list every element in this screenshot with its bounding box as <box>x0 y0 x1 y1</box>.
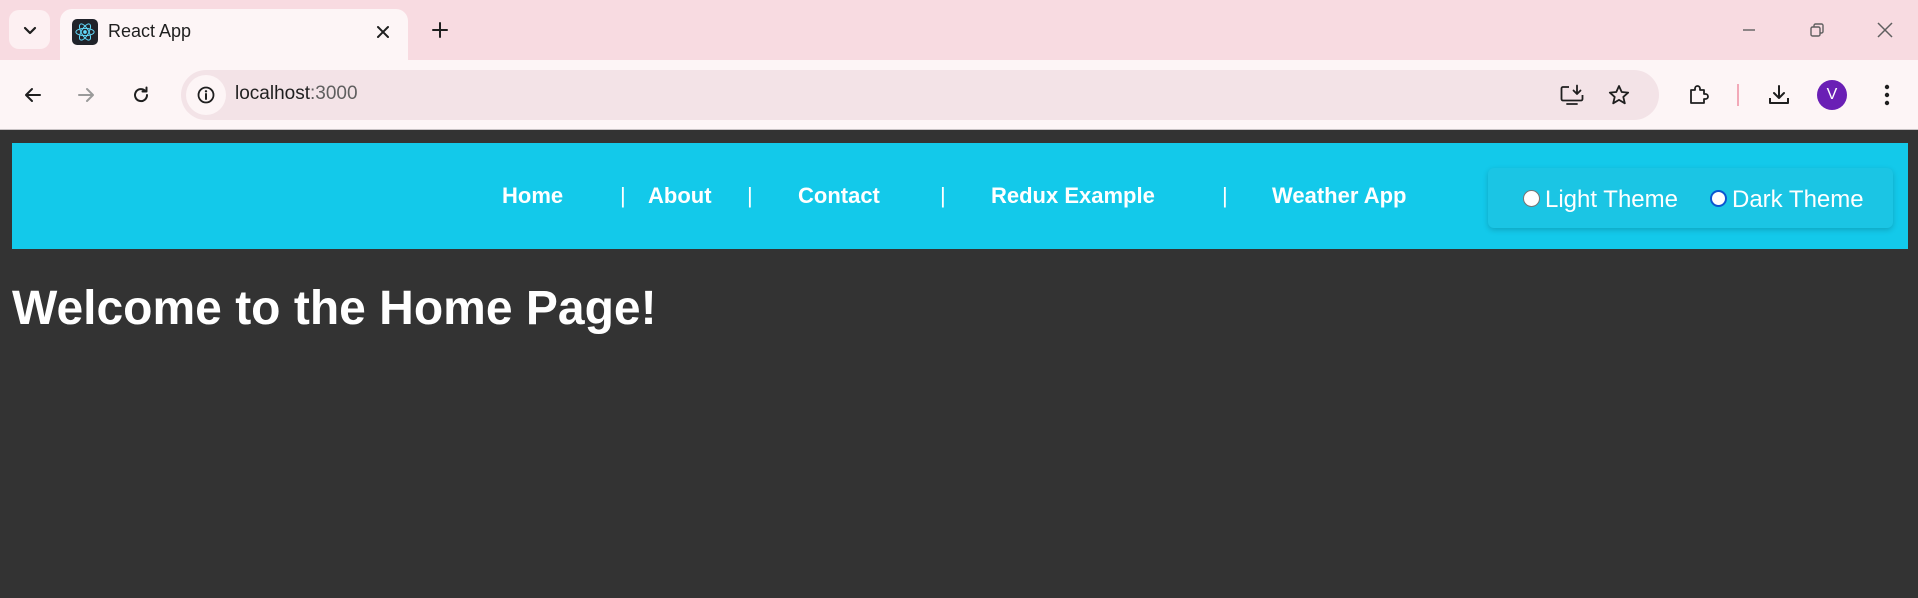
puzzle-icon <box>1690 85 1709 104</box>
restore-button[interactable] <box>1797 12 1837 48</box>
back-button[interactable] <box>14 76 52 114</box>
install-app-button[interactable] <box>1553 76 1591 114</box>
page-viewport: Home | About | Contact | Redux Example |… <box>0 131 1918 598</box>
nav-separator: | <box>1222 183 1228 208</box>
dark-theme-label[interactable]: Dark Theme <box>1732 186 1864 214</box>
browser-toolbar: localhost:3000 V <box>0 60 1918 130</box>
tab-close-button[interactable] <box>370 19 396 45</box>
nav-separator: | <box>940 183 946 208</box>
address-bar[interactable]: localhost:3000 <box>181 70 1659 120</box>
browser-tab-active[interactable]: React App <box>60 9 408 61</box>
close-icon <box>1877 22 1893 38</box>
star-icon <box>1608 85 1630 105</box>
kebab-menu-icon <box>1884 84 1890 106</box>
browser-menu-button[interactable] <box>1868 76 1906 114</box>
site-info-button[interactable] <box>186 75 226 115</box>
forward-button[interactable] <box>67 76 105 114</box>
nav-link-redux-example[interactable]: Redux Example <box>991 183 1155 209</box>
page-title: Welcome to the Home Page! <box>12 282 657 335</box>
nav-link-home[interactable]: Home <box>502 183 563 209</box>
nav-separator: | <box>620 183 626 208</box>
restore-icon <box>1810 23 1824 37</box>
light-theme-radio[interactable] <box>1523 190 1540 207</box>
tab-search-button[interactable] <box>9 10 50 49</box>
new-tab-button[interactable] <box>424 14 456 46</box>
nav-separator: | <box>747 183 753 208</box>
install-app-icon <box>1560 84 1584 105</box>
chevron-down-icon <box>23 26 36 34</box>
dark-theme-radio[interactable] <box>1710 190 1727 207</box>
url-host: localhost <box>235 83 310 104</box>
reload-button[interactable] <box>122 76 160 114</box>
nav-link-weather-app[interactable]: Weather App <box>1272 183 1406 209</box>
forward-arrow-icon <box>78 88 94 102</box>
minimize-button[interactable] <box>1729 12 1769 48</box>
react-logo-icon <box>72 19 98 45</box>
close-icon <box>377 26 389 38</box>
plus-icon <box>432 22 448 38</box>
download-icon <box>1769 85 1789 104</box>
browser-tabstrip: React App <box>0 0 1918 61</box>
tab-title: React App <box>108 21 192 41</box>
info-icon <box>197 86 215 104</box>
url-port: :3000 <box>310 83 358 104</box>
nav-link-about[interactable]: About <box>648 183 712 209</box>
toolbar-separator <box>1737 84 1739 106</box>
downloads-button[interactable] <box>1760 76 1798 114</box>
close-window-button[interactable] <box>1865 12 1905 48</box>
extensions-button[interactable] <box>1680 76 1718 114</box>
theme-switcher: Light Theme Dark Theme <box>1488 168 1893 228</box>
reload-icon <box>134 86 149 103</box>
minimize-icon <box>1743 29 1755 31</box>
bookmark-button[interactable] <box>1600 76 1638 114</box>
url-text[interactable]: localhost:3000 <box>235 83 358 105</box>
light-theme-label[interactable]: Light Theme <box>1545 186 1678 214</box>
navbar: Home | About | Contact | Redux Example |… <box>12 143 1908 249</box>
back-arrow-icon <box>25 88 41 102</box>
nav-link-contact[interactable]: Contact <box>798 183 880 209</box>
profile-avatar[interactable]: V <box>1817 80 1847 110</box>
